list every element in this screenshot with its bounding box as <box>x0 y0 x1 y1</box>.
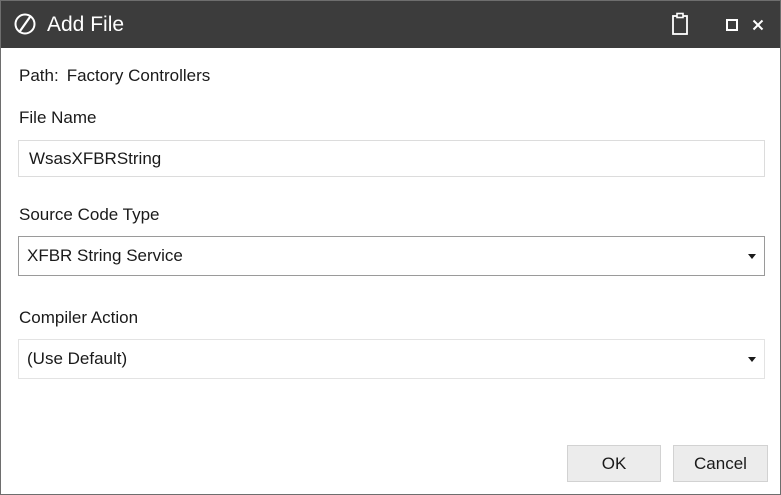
compiler-action-select[interactable]: (Use Default) <box>18 339 765 379</box>
maximize-icon <box>726 19 738 31</box>
ok-button[interactable]: OK <box>567 445 661 482</box>
add-file-dialog: Add File Path: Factory Controllers File N… <box>0 0 781 495</box>
source-code-type-label: Source Code Type <box>19 205 160 224</box>
compiler-action-value: (Use Default) <box>27 349 128 368</box>
path-value: Factory Controllers <box>66 66 211 85</box>
close-button[interactable] <box>745 1 771 48</box>
circle-slash-logo-icon <box>14 13 36 35</box>
file-name-label: File Name <box>19 108 97 127</box>
clipboard-icon <box>672 12 688 35</box>
source-code-type-select[interactable]: XFBR String Service <box>18 236 765 276</box>
source-code-type-value: XFBR String Service <box>27 246 183 265</box>
file-name-input[interactable] <box>18 140 765 177</box>
path-label: Path: <box>19 66 59 85</box>
dropdown-arrow-icon <box>748 254 756 259</box>
maximize-button[interactable] <box>721 1 743 48</box>
clipboard-button[interactable] <box>665 1 695 48</box>
dropdown-arrow-icon <box>748 357 756 362</box>
close-icon <box>752 19 764 31</box>
dialog-title: Add File <box>47 13 125 36</box>
compiler-action-label: Compiler Action <box>19 308 139 327</box>
path-row: Path: Factory Controllers <box>19 66 210 86</box>
title-bar[interactable]: Add File <box>1 1 780 48</box>
cancel-button[interactable]: Cancel <box>673 445 768 482</box>
